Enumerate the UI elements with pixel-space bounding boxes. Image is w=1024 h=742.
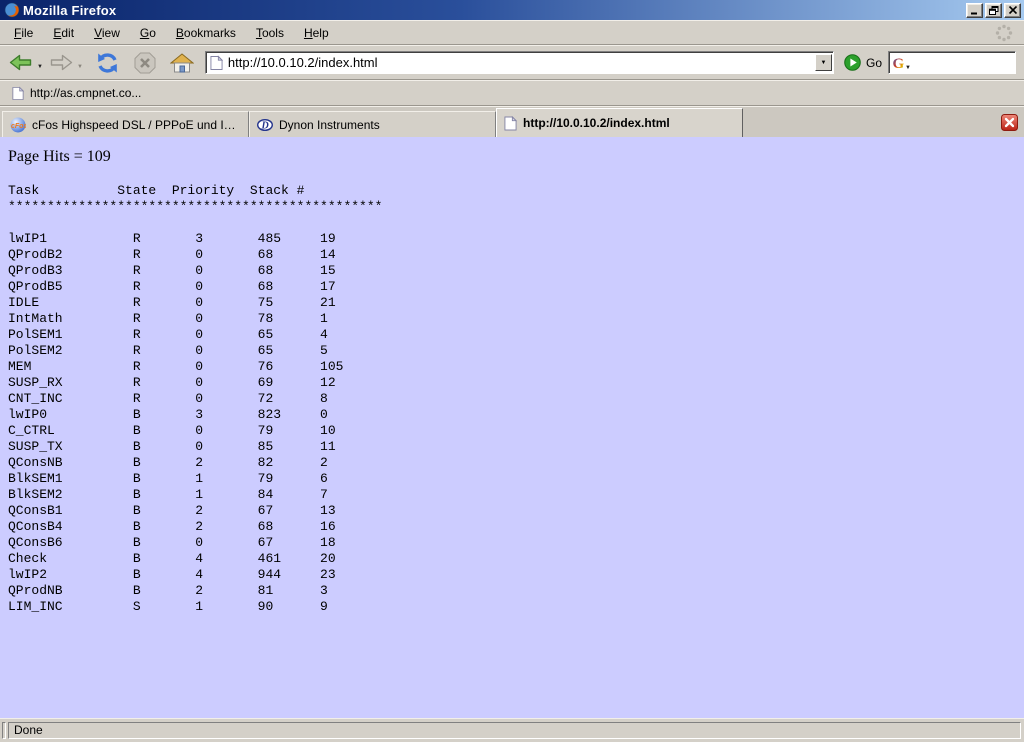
back-dropdown-icon[interactable]: ▼	[37, 64, 43, 70]
go-icon	[844, 54, 861, 71]
menu-edit[interactable]: Edit	[43, 23, 84, 43]
home-icon	[170, 53, 194, 73]
task-table: Task State Priority Stack # ************…	[8, 183, 1018, 615]
menu-help[interactable]: Help	[294, 23, 339, 43]
cfos-icon: cFos	[10, 117, 26, 133]
navigation-toolbar: ▼ ▼	[0, 45, 1024, 80]
minimize-icon	[970, 6, 980, 15]
page-icon	[210, 55, 223, 71]
menu-file[interactable]: File	[4, 23, 43, 43]
search-input[interactable]	[911, 56, 1013, 70]
url-dropdown-icon: ▼	[821, 60, 827, 66]
reload-icon	[95, 52, 120, 74]
stop-icon	[134, 52, 156, 74]
firefox-logo-icon	[4, 2, 20, 18]
menu-view[interactable]: View	[84, 23, 130, 43]
search-box: G ▼	[888, 51, 1016, 74]
firefox-window: Mozilla Firefox FileEditViewGoBookmarksT…	[0, 0, 1024, 742]
menu-bookmarks[interactable]: Bookmarks	[166, 23, 246, 43]
go-button-label: Go	[866, 56, 882, 70]
tab-label: Dynon Instruments	[279, 118, 380, 132]
svg-text:G: G	[893, 56, 905, 71]
forward-dropdown-icon[interactable]: ▼	[77, 64, 83, 70]
throbber-icon	[992, 21, 1016, 45]
status-text: Done	[14, 723, 43, 737]
svg-text:cFos: cFos	[11, 123, 26, 130]
restore-icon	[989, 6, 999, 15]
svg-text:D: D	[261, 120, 269, 131]
stop-button[interactable]	[131, 49, 159, 77]
tab-strip: cFos cFos Highspeed DSL / PPPoE und ISDN …	[0, 106, 1024, 137]
tab-3-active[interactable]: http://10.0.10.2/index.html	[496, 108, 743, 137]
url-input[interactable]	[228, 55, 815, 70]
forward-arrow-icon	[49, 53, 73, 72]
close-button[interactable]	[1004, 3, 1021, 18]
tab-2[interactable]: D Dynon Instruments	[249, 111, 496, 137]
window-title: Mozilla Firefox	[23, 3, 116, 18]
bookmark-item[interactable]: http://as.cmpnet.co...	[8, 84, 145, 103]
restore-button[interactable]	[985, 3, 1002, 18]
page-hits-text: Page Hits = 109	[8, 148, 1018, 166]
menu-tools[interactable]: Tools	[246, 23, 294, 43]
home-button[interactable]	[167, 50, 197, 76]
dynon-icon: D	[257, 117, 273, 133]
go-button[interactable]: Go	[840, 54, 888, 71]
page-content: Page Hits = 109 Task State Priority Stac…	[0, 137, 1024, 718]
reload-button[interactable]	[92, 49, 123, 77]
minimize-button[interactable]	[966, 3, 983, 18]
menu-bar: FileEditViewGoBookmarksToolsHelp	[0, 20, 1024, 45]
status-bar: Done	[0, 718, 1024, 742]
page-icon	[12, 86, 24, 101]
menu-go[interactable]: Go	[130, 23, 166, 43]
status-grip	[2, 722, 6, 739]
page-icon	[504, 116, 517, 131]
forward-button[interactable]	[46, 50, 76, 75]
back-button[interactable]	[6, 50, 36, 75]
title-bar: Mozilla Firefox	[0, 0, 1024, 20]
close-tab-icon	[1001, 114, 1018, 131]
url-bar: ▼	[205, 51, 834, 74]
tab-label: cFos Highspeed DSL / PPPoE und ISDN CAP.…	[32, 118, 241, 132]
url-dropdown-button[interactable]: ▼	[815, 54, 832, 71]
bookmark-label: http://as.cmpnet.co...	[30, 86, 141, 100]
bookmarks-toolbar: http://as.cmpnet.co...	[0, 80, 1024, 106]
menu-items: FileEditViewGoBookmarksToolsHelp	[4, 23, 339, 43]
close-tab-button[interactable]	[1001, 114, 1018, 131]
back-arrow-icon	[9, 53, 33, 72]
tab-1[interactable]: cFos cFos Highspeed DSL / PPPoE und ISDN …	[2, 111, 249, 137]
close-icon	[1008, 6, 1018, 15]
window-controls	[966, 3, 1021, 18]
tab-label: http://10.0.10.2/index.html	[523, 116, 670, 130]
